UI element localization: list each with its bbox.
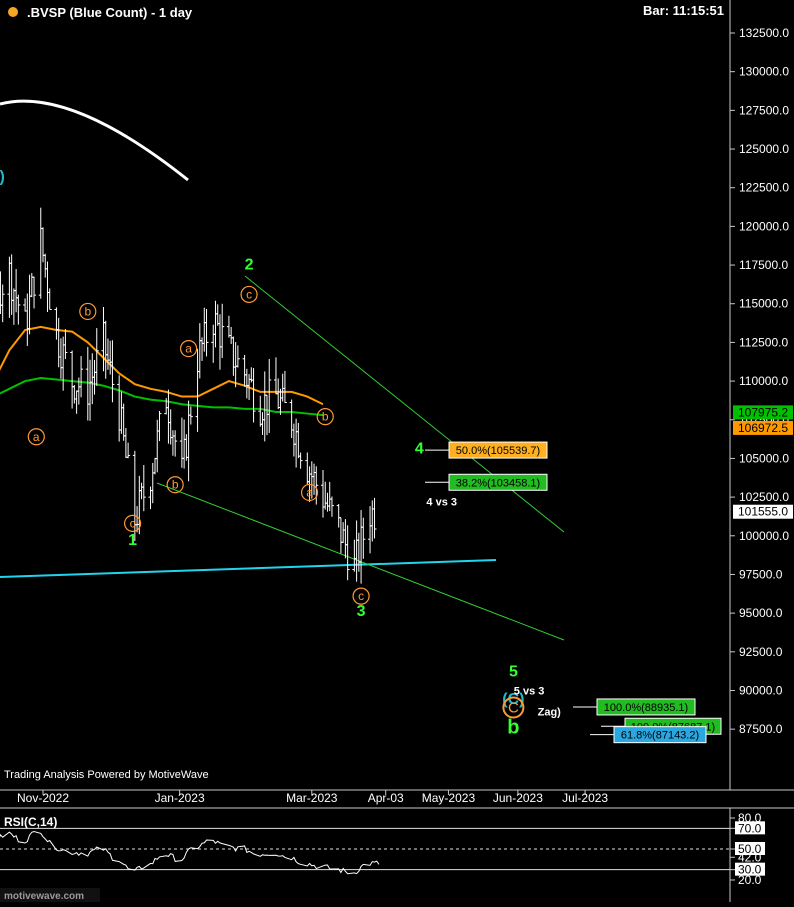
- svg-text:38.2%(103458.1): 38.2%(103458.1): [456, 477, 540, 489]
- svg-text:2: 2: [245, 257, 254, 274]
- svg-text:70.0: 70.0: [738, 821, 762, 835]
- time-axis-label: Jan-2023: [155, 791, 205, 805]
- price-axis-label: 90000.0: [739, 683, 783, 697]
- price-axis-label: 110000.0: [739, 374, 788, 388]
- svg-text:107975.2: 107975.2: [738, 405, 788, 419]
- svg-text:b: b: [507, 717, 519, 739]
- rsi-axis-label: 70.0: [730, 821, 765, 835]
- price-axis-label: 100000.0: [739, 529, 789, 543]
- svg-text:1: 1: [128, 532, 137, 549]
- price-axis-label: 102500.0: [739, 490, 789, 504]
- wave-label: (B): [0, 168, 5, 185]
- svg-text:c: c: [130, 516, 136, 530]
- svg-text:a: a: [33, 430, 40, 444]
- price-axis-label: 112500.0: [739, 335, 788, 349]
- annotation-text: 5 vs 3: [514, 685, 545, 697]
- svg-text:101555.0: 101555.0: [738, 505, 788, 519]
- site-watermark: motivewave.com: [4, 891, 84, 902]
- time-axis-label: May-2023: [422, 791, 476, 805]
- wave-label: 3: [357, 603, 366, 620]
- annotation-text: Zag): [538, 706, 562, 718]
- svg-text:c: c: [246, 287, 252, 301]
- price-axis-label: 105000.0: [739, 451, 789, 465]
- svg-text:b: b: [322, 410, 329, 424]
- price-axis-label: 92500.0: [739, 645, 783, 659]
- plot-background: [0, 0, 794, 902]
- svg-text:50.0%(105539.7): 50.0%(105539.7): [456, 445, 540, 457]
- svg-text:c: c: [358, 589, 364, 603]
- wave-label: 1: [128, 532, 137, 549]
- svg-text:b: b: [172, 478, 179, 492]
- price-axis-label: 127500.0: [739, 103, 789, 117]
- time-axis-label: Jul-2023: [562, 791, 608, 805]
- svg-text:5: 5: [509, 663, 518, 680]
- last-price-label: 106972.5: [733, 421, 793, 435]
- price-axis-label: 130000.0: [739, 65, 789, 79]
- price-axis-label: 132500.0: [739, 26, 789, 40]
- price-axis-label: 122500.0: [739, 181, 789, 195]
- svg-text:b: b: [84, 304, 91, 318]
- svg-text:20.0: 20.0: [738, 873, 762, 887]
- wave-label: 4: [415, 441, 424, 458]
- price-axis-label: 125000.0: [739, 142, 789, 156]
- price-axis-label: 117500.0: [739, 258, 788, 272]
- svg-text:106972.5: 106972.5: [738, 421, 788, 435]
- svg-text:3: 3: [357, 603, 366, 620]
- svg-text:a: a: [306, 485, 313, 499]
- svg-text:(B): (B): [0, 168, 5, 185]
- watermark-text: Trading Analysis Powered by MotiveWave: [4, 769, 209, 781]
- svg-text:a: a: [185, 342, 192, 356]
- chart-title: .BVSP (Blue Count) - 1 day: [27, 5, 193, 20]
- wave-label: 2: [245, 257, 254, 274]
- time-axis-label: Apr-03: [368, 791, 404, 805]
- svg-text:61.8%(87143.2): 61.8%(87143.2): [621, 730, 699, 742]
- price-axis-label: 115000.0: [739, 297, 788, 311]
- wave-label: b: [507, 717, 519, 739]
- svg-text:100.0%(88935.1): 100.0%(88935.1): [604, 702, 688, 714]
- time-axis-label: Mar-2023: [286, 791, 338, 805]
- chart-window: (B)Yxabc1abc2bac345(C)Cb 50.0%(105539.7)…: [0, 0, 794, 902]
- last-price-label: 101555.0: [733, 505, 793, 519]
- price-axis-label: 87500.0: [739, 722, 783, 736]
- price-chart: (B)Yxabc1abc2bac345(C)Cb 50.0%(105539.7)…: [0, 0, 794, 902]
- annotation-text: 4 vs 3: [426, 497, 457, 509]
- svg-text:4: 4: [415, 441, 424, 458]
- time-axis-label: Nov-2022: [17, 791, 69, 805]
- wave-label: 5: [509, 663, 518, 680]
- bar-timer: Bar: 11:15:51: [643, 3, 724, 18]
- price-axis-label: 97500.0: [739, 567, 783, 581]
- symbol-status-icon[interactable]: [8, 7, 18, 17]
- price-axis-label: 120000.0: [739, 219, 789, 233]
- price-axis-label: 95000.0: [739, 606, 783, 620]
- last-price-label: 107975.2: [733, 405, 793, 419]
- time-axis-label: Jun-2023: [493, 791, 543, 805]
- rsi-title: RSI(C,14): [4, 815, 57, 829]
- svg-text:C: C: [508, 699, 519, 716]
